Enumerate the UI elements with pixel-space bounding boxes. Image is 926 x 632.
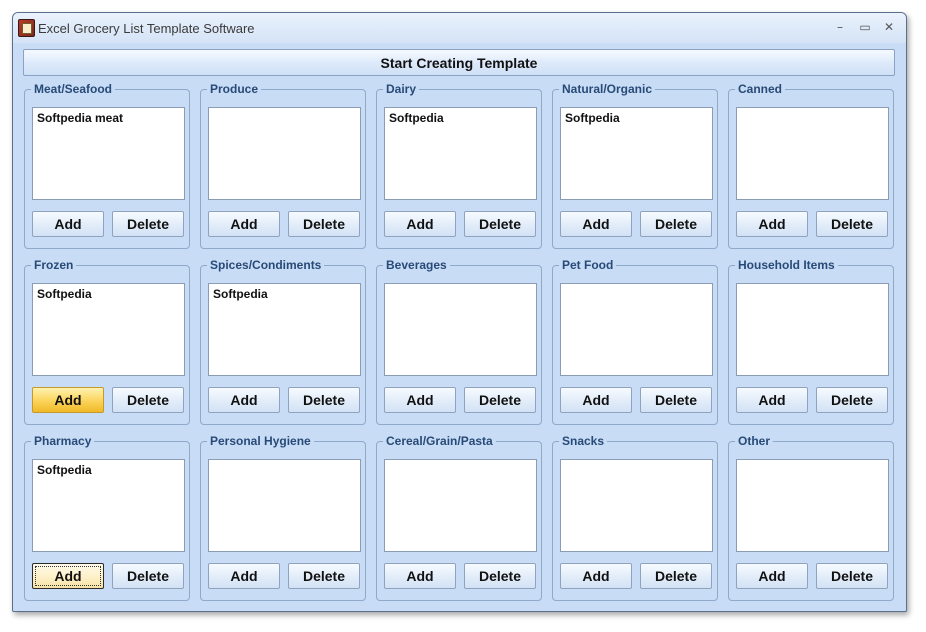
delete-button[interactable]: Delete xyxy=(288,211,360,237)
group-pharmacy: Pharmacy Softpedia Add Delete xyxy=(24,434,190,601)
item-listbox[interactable]: Softpedia xyxy=(384,107,537,200)
group-produce: Produce Add Delete xyxy=(200,82,366,249)
group-label: Canned xyxy=(735,82,786,96)
add-button[interactable]: Add xyxy=(384,387,456,413)
close-icon[interactable]: ✕ xyxy=(879,19,899,35)
app-icon xyxy=(18,19,35,37)
group-label: Pharmacy xyxy=(31,434,95,448)
item-listbox[interactable]: Softpedia xyxy=(560,107,713,200)
delete-button[interactable]: Delete xyxy=(464,563,536,589)
item-listbox[interactable] xyxy=(560,283,713,376)
group-natural-organic: Natural/Organic Softpedia Add Delete xyxy=(552,82,718,249)
group-label: Other xyxy=(735,434,774,448)
group-label: Cereal/Grain/Pasta xyxy=(383,434,496,448)
item-listbox[interactable]: Softpedia xyxy=(32,459,185,552)
list-item[interactable]: Softpedia xyxy=(565,111,620,125)
add-button[interactable]: Add xyxy=(384,563,456,589)
maximize-icon[interactable]: ▭ xyxy=(855,19,875,35)
item-listbox[interactable] xyxy=(736,107,889,200)
add-button[interactable]: Add xyxy=(560,563,632,589)
group-household-items: Household Items Add Delete xyxy=(728,258,894,425)
start-creating-template-button[interactable]: Start Creating Template xyxy=(23,49,895,76)
group-snacks: Snacks Add Delete xyxy=(552,434,718,601)
add-button[interactable]: Add xyxy=(560,387,632,413)
group-label: Dairy xyxy=(383,82,420,96)
group-pet-food: Pet Food Add Delete xyxy=(552,258,718,425)
delete-button[interactable]: Delete xyxy=(816,211,888,237)
item-listbox[interactable]: Softpedia xyxy=(208,283,361,376)
list-item[interactable]: Softpedia meat xyxy=(37,111,123,125)
group-label: Spices/Condiments xyxy=(207,258,325,272)
add-button[interactable]: Add xyxy=(208,387,280,413)
delete-button[interactable]: Delete xyxy=(112,211,184,237)
item-listbox[interactable] xyxy=(208,107,361,200)
delete-button[interactable]: Delete xyxy=(816,563,888,589)
delete-button[interactable]: Delete xyxy=(112,387,184,413)
delete-button[interactable]: Delete xyxy=(640,387,712,413)
title-bar[interactable]: Excel Grocery List Template Software – ▭… xyxy=(13,13,906,43)
item-listbox[interactable] xyxy=(736,459,889,552)
add-button[interactable]: Add xyxy=(736,211,808,237)
group-canned: Canned Add Delete xyxy=(728,82,894,249)
group-label: Meat/Seafood xyxy=(31,82,116,96)
item-listbox[interactable]: Softpedia meat xyxy=(32,107,185,200)
list-item[interactable]: Softpedia xyxy=(37,463,92,477)
delete-button[interactable]: Delete xyxy=(464,211,536,237)
group-label: Beverages xyxy=(383,258,450,272)
item-listbox[interactable] xyxy=(384,459,537,552)
delete-button[interactable]: Delete xyxy=(816,387,888,413)
group-label: Snacks xyxy=(559,434,608,448)
add-button[interactable]: Add xyxy=(32,563,104,589)
group-label: Personal Hygiene xyxy=(207,434,314,448)
add-button[interactable]: Add xyxy=(208,211,280,237)
item-listbox[interactable] xyxy=(736,283,889,376)
delete-button[interactable]: Delete xyxy=(112,563,184,589)
add-button[interactable]: Add xyxy=(736,387,808,413)
add-button[interactable]: Add xyxy=(208,563,280,589)
item-listbox[interactable]: Softpedia xyxy=(32,283,185,376)
group-other: Other Add Delete xyxy=(728,434,894,601)
group-spices-condiments: Spices/Condiments Softpedia Add Delete xyxy=(200,258,366,425)
group-cereal-grain-pasta: Cereal/Grain/Pasta Add Delete xyxy=(376,434,542,601)
minimize-icon[interactable]: – xyxy=(830,19,850,35)
group-label: Household Items xyxy=(735,258,838,272)
item-listbox[interactable] xyxy=(384,283,537,376)
list-item[interactable]: Softpedia xyxy=(213,287,268,301)
item-listbox[interactable] xyxy=(208,459,361,552)
list-item[interactable]: Softpedia xyxy=(37,287,92,301)
delete-button[interactable]: Delete xyxy=(288,563,360,589)
group-frozen: Frozen Softpedia Add Delete xyxy=(24,258,190,425)
group-label: Pet Food xyxy=(559,258,617,272)
delete-button[interactable]: Delete xyxy=(640,211,712,237)
group-label: Produce xyxy=(207,82,262,96)
add-button[interactable]: Add xyxy=(384,211,456,237)
group-label: Frozen xyxy=(31,258,77,272)
window-title: Excel Grocery List Template Software xyxy=(38,21,255,36)
delete-button[interactable]: Delete xyxy=(464,387,536,413)
list-item[interactable]: Softpedia xyxy=(389,111,444,125)
delete-button[interactable]: Delete xyxy=(288,387,360,413)
delete-button[interactable]: Delete xyxy=(640,563,712,589)
app-window: Excel Grocery List Template Software – ▭… xyxy=(12,12,907,612)
group-beverages: Beverages Add Delete xyxy=(376,258,542,425)
add-button[interactable]: Add xyxy=(32,211,104,237)
group-meat-seafood: Meat/Seafood Softpedia meat Add Delete xyxy=(24,82,190,249)
group-dairy: Dairy Softpedia Add Delete xyxy=(376,82,542,249)
group-personal-hygiene: Personal Hygiene Add Delete xyxy=(200,434,366,601)
group-label: Natural/Organic xyxy=(559,82,656,96)
item-listbox[interactable] xyxy=(560,459,713,552)
add-button[interactable]: Add xyxy=(32,387,104,413)
add-button[interactable]: Add xyxy=(736,563,808,589)
add-button[interactable]: Add xyxy=(560,211,632,237)
